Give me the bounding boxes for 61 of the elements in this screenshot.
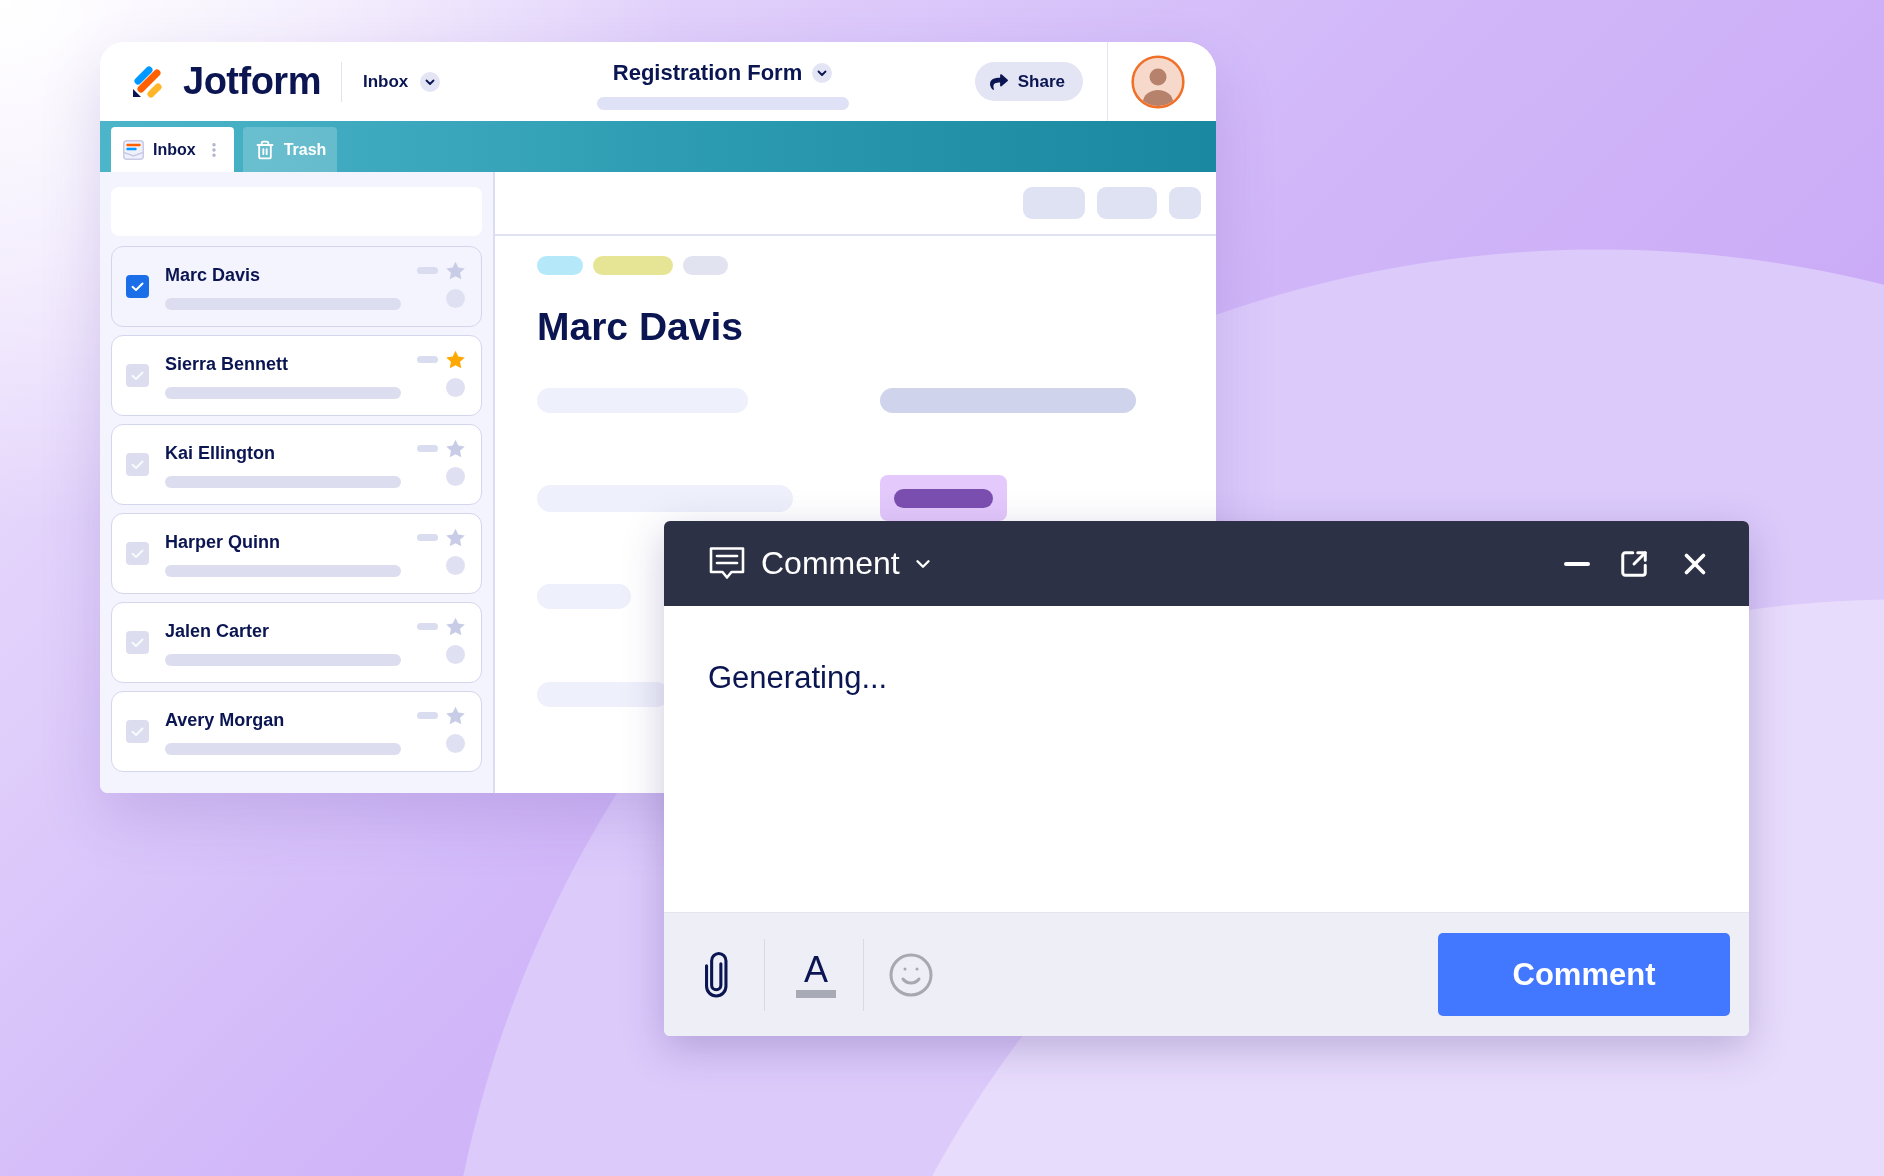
contact-name: Marc Davis (165, 265, 261, 285)
checkbox[interactable] (126, 631, 149, 654)
star-icon[interactable] (446, 261, 465, 280)
placeholder-bar (417, 356, 438, 363)
checkbox[interactable] (126, 275, 149, 298)
toolbar-button[interactable] (1023, 187, 1085, 219)
star-icon[interactable] (446, 350, 465, 369)
attach-button[interactable] (704, 951, 728, 998)
minimize-icon (1564, 561, 1590, 566)
text-format-button[interactable]: A (796, 951, 836, 998)
placeholder-circle-icon (446, 556, 465, 575)
submission-card[interactable]: Avery Morgan (111, 691, 482, 772)
checkbox[interactable] (126, 542, 149, 565)
inbox-icon (123, 139, 144, 160)
minimize-button[interactable] (1564, 561, 1590, 566)
placeholder-circle-icon (446, 645, 465, 664)
share-icon (989, 72, 1008, 91)
placeholder-bar (417, 712, 438, 719)
placeholder-circle-icon (446, 734, 465, 753)
placeholder-bar (417, 267, 438, 274)
submission-card[interactable]: Jalen Carter (111, 602, 482, 683)
placeholder-circle-icon (446, 378, 465, 397)
placeholder-circle-icon (446, 467, 465, 486)
submission-card[interactable]: Sierra Bennett (111, 335, 482, 416)
pop-out-icon (1619, 548, 1649, 579)
contact-name: Kai Ellington (165, 443, 275, 463)
checkbox[interactable] (126, 720, 149, 743)
user-avatar[interactable] (1131, 54, 1185, 109)
toolbar-button[interactable] (1169, 187, 1201, 219)
star-icon[interactable] (446, 706, 465, 725)
comment-button[interactable]: Comment (1438, 933, 1730, 1016)
view-dropdown[interactable]: Inbox (362, 71, 441, 92)
contact-name: Avery Morgan (165, 710, 285, 730)
comment-field[interactable]: Generating... (664, 606, 1749, 912)
star-icon[interactable] (446, 528, 465, 547)
pop-out-button[interactable] (1619, 548, 1649, 579)
toolbar-button[interactable] (1097, 187, 1157, 219)
submission-card[interactable]: Kai Ellington (111, 424, 482, 505)
placeholder-bar (417, 445, 438, 452)
contact-name: Harper Quinn (165, 532, 280, 552)
chevron-down-icon (420, 71, 441, 92)
checkbox[interactable] (126, 453, 149, 476)
submission-card[interactable]: Harper Quinn (111, 513, 482, 594)
contact-name: Jalen Carter (165, 621, 270, 641)
trash-icon (254, 139, 275, 160)
comment-type-dropdown[interactable]: Comment (761, 545, 934, 582)
contact-name: Sierra Bennett (165, 354, 289, 374)
submission-card[interactable]: Marc Davis (111, 246, 482, 327)
placeholder-bar (417, 623, 438, 630)
logo-wordmark: Jotform (183, 60, 321, 103)
star-icon[interactable] (446, 617, 465, 636)
checkbox[interactable] (126, 364, 149, 387)
placeholder-bar (417, 534, 438, 541)
comment-icon (708, 545, 746, 582)
star-icon[interactable] (446, 439, 465, 458)
paperclip-icon (704, 951, 728, 998)
share-button[interactable]: Share (974, 62, 1083, 101)
form-title-dropdown[interactable]: Registration Form (612, 59, 833, 86)
chevron-down-icon (812, 62, 833, 83)
tab[interactable]: Inbox (111, 127, 234, 172)
submission-title: Marc Davis (537, 304, 743, 350)
